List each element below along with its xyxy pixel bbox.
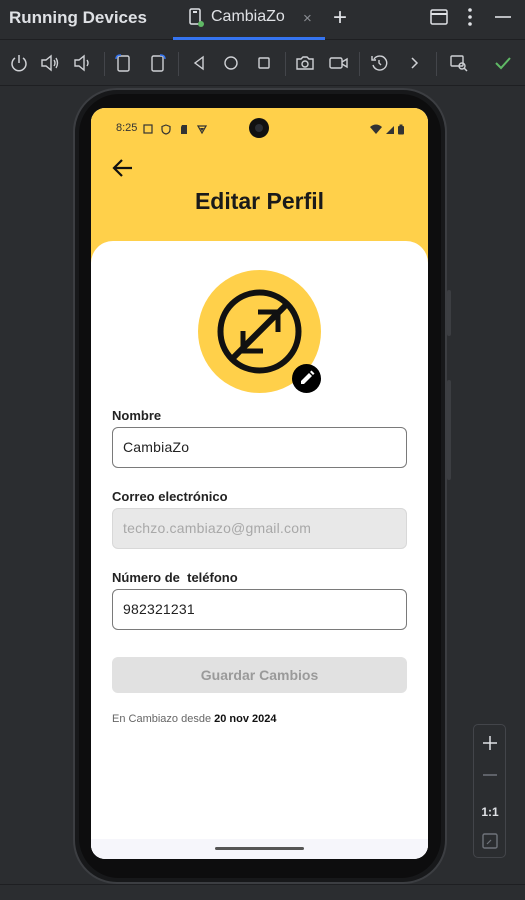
tab-label: CambiaZo [211, 8, 285, 25]
layout-icon[interactable] [428, 6, 450, 28]
device-power-button[interactable] [447, 380, 451, 480]
toolbar-separator [359, 52, 360, 76]
sim-card-icon [179, 122, 189, 134]
status-time: 8:25 [116, 122, 138, 134]
gesture-nav-handle[interactable] [215, 847, 304, 850]
device-toolbar [0, 41, 525, 86]
toolbar-separator [178, 52, 179, 76]
zoom-in-icon[interactable] [479, 732, 501, 754]
toolbar-separator [104, 52, 105, 76]
more-options-icon[interactable] [459, 6, 481, 28]
member-since-prefix: En Cambiazo desde [112, 713, 212, 725]
zoom-panel: 1:1 [473, 724, 506, 858]
email-label: Correo electrónico [112, 489, 228, 504]
toolbar-separator [285, 52, 286, 76]
tool-window-title: Running Devices [9, 8, 147, 27]
back-arrow-icon[interactable] [111, 156, 135, 180]
volume-down-icon[interactable] [71, 52, 93, 74]
zoom-out-icon[interactable] [479, 764, 501, 786]
member-since-date: 20 nov 2024 [214, 713, 277, 725]
edit-avatar-button[interactable] [292, 364, 321, 393]
active-tab-indicator [173, 37, 325, 40]
tab-close-icon[interactable]: × [303, 10, 312, 27]
member-since-text: En Cambiazo desde 20 nov 2024 [112, 713, 277, 725]
device-volume-button[interactable] [447, 290, 451, 336]
device-icon [188, 8, 206, 28]
home-nav-icon[interactable] [220, 52, 242, 74]
phone-input[interactable]: 982321231 [112, 589, 407, 630]
zoom-fit-icon[interactable] [479, 830, 501, 852]
signal-icon [385, 122, 395, 134]
phone-screen: 8:25 Editar Perfil [91, 108, 428, 859]
app-notification-icon [196, 122, 208, 135]
toolbar-separator [436, 52, 437, 76]
minimize-icon[interactable] [492, 6, 514, 28]
overview-nav-icon[interactable] [253, 52, 275, 74]
back-nav-icon[interactable] [188, 52, 210, 74]
battery-icon [397, 122, 405, 135]
rotate-right-icon[interactable] [146, 52, 168, 74]
power-icon[interactable] [8, 52, 30, 74]
status-strip [0, 884, 525, 900]
rotate-left-icon[interactable] [113, 52, 135, 74]
screen-icon [143, 122, 153, 134]
reset-icon[interactable] [368, 52, 390, 74]
front-camera [249, 118, 269, 138]
pencil-icon [301, 370, 315, 384]
page-title: Editar Perfil [194, 188, 325, 214]
email-input: techzo.cambiazo@gmail.com [112, 508, 407, 549]
chevron-right-icon[interactable] [403, 52, 425, 74]
exchange-logo-icon [217, 289, 302, 374]
check-icon[interactable] [492, 52, 514, 74]
device-search-icon[interactable] [448, 52, 470, 74]
save-changes-button[interactable]: Guardar Cambios [112, 657, 407, 693]
shield-icon [161, 122, 171, 135]
phone-label: Número de teléfono [112, 570, 238, 585]
screen-record-icon[interactable] [327, 52, 349, 74]
status-bar: 8:25 [91, 108, 428, 144]
volume-up-icon[interactable] [39, 52, 61, 74]
title-bar: Running Devices CambiaZo × + [0, 0, 525, 40]
zoom-actual-size-button[interactable]: 1:1 [479, 801, 501, 823]
add-tab-button[interactable]: + [333, 4, 347, 32]
name-label: Nombre [112, 408, 162, 423]
name-input[interactable]: CambiaZo [112, 427, 407, 468]
tab-cambiazo[interactable]: CambiaZo × [173, 0, 325, 40]
wifi-icon [369, 122, 383, 134]
screenshot-icon[interactable] [294, 52, 316, 74]
